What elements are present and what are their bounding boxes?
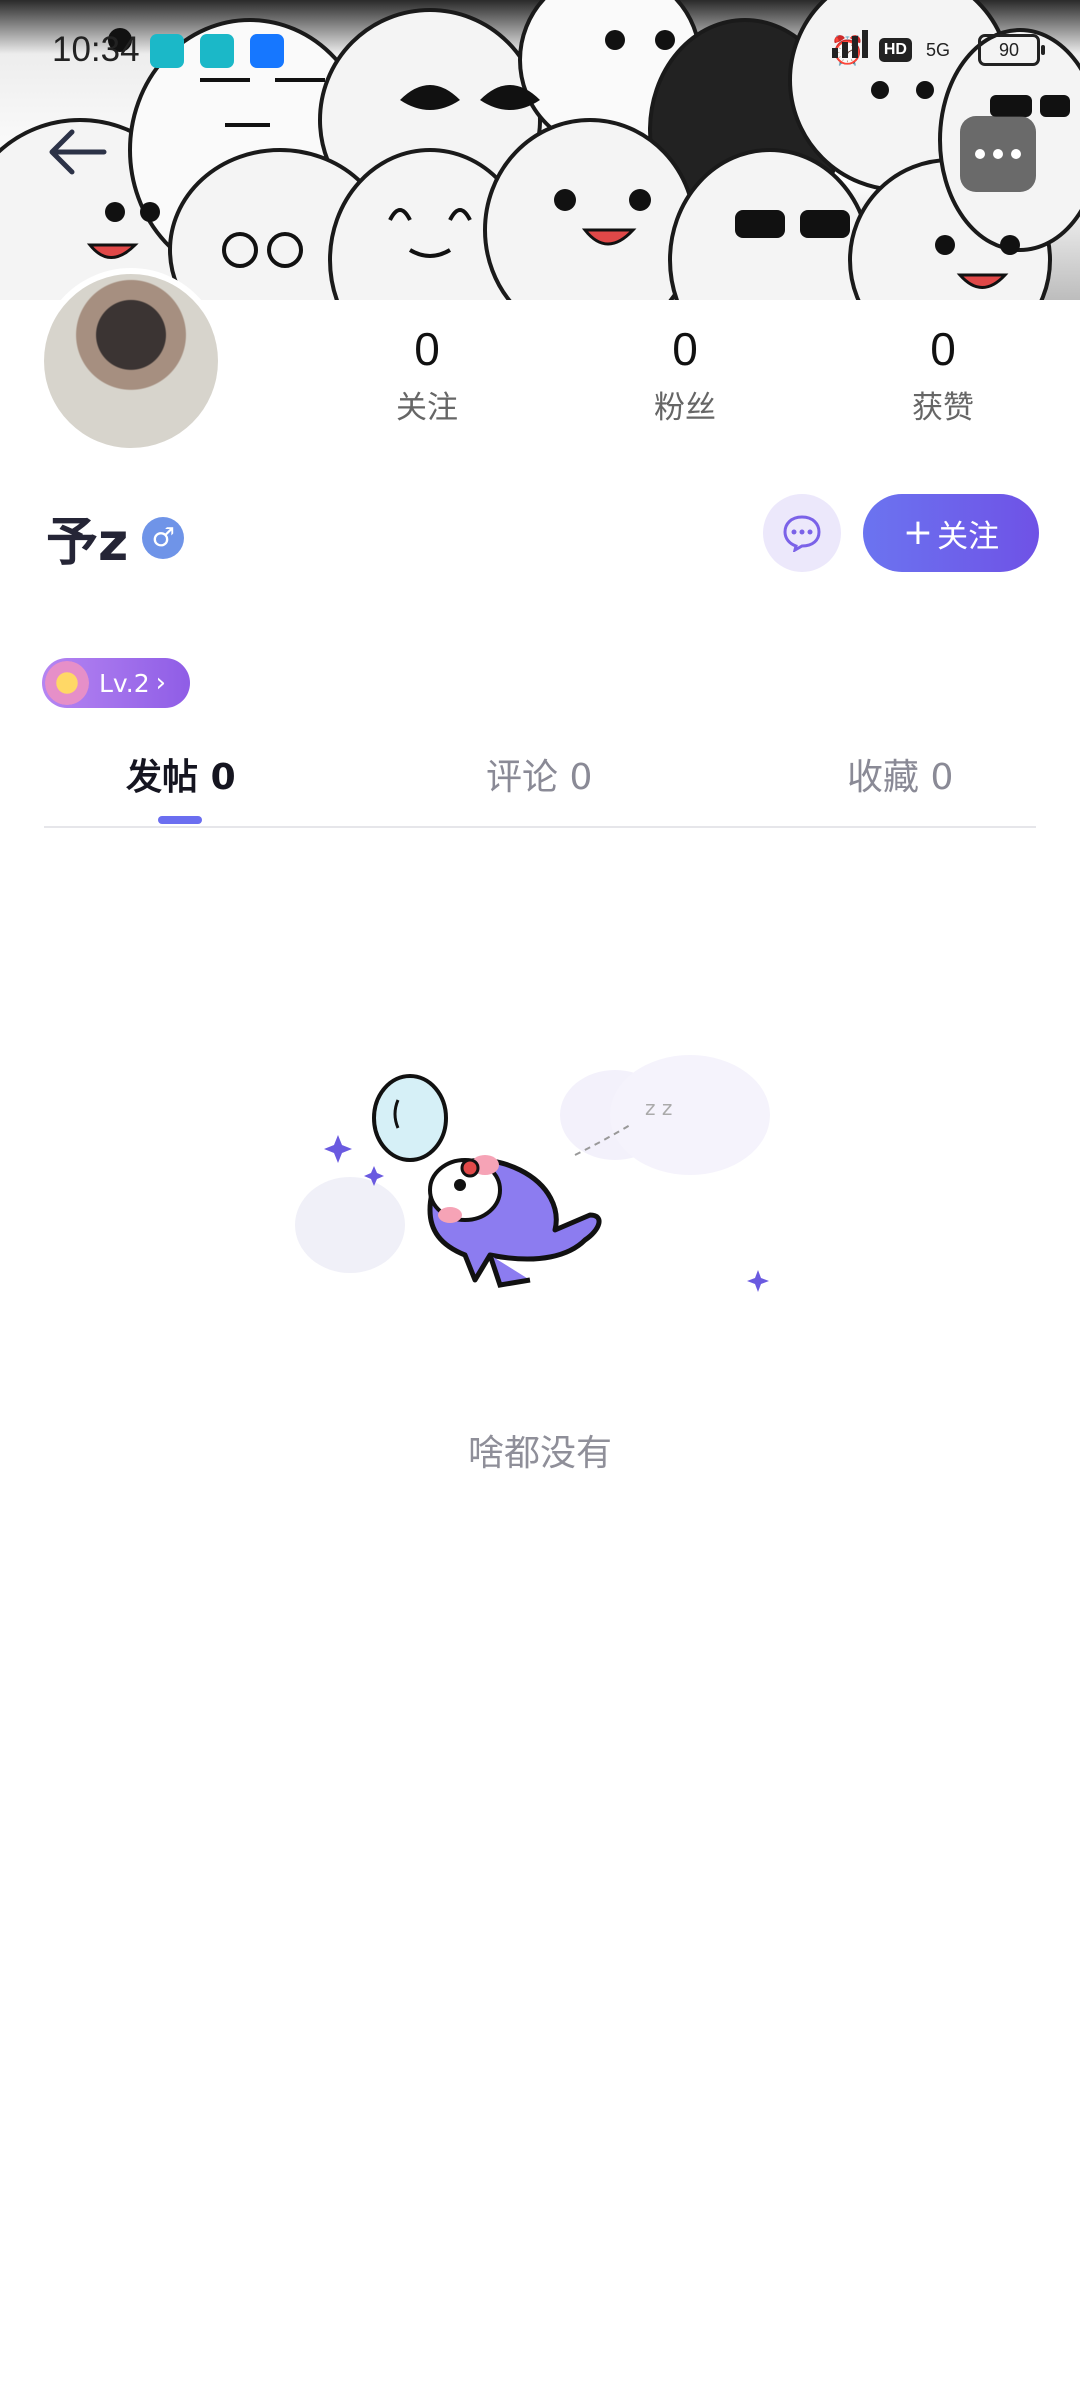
follow-button[interactable]: + 关注 — [863, 494, 1039, 572]
status-time: 10:34 — [52, 30, 140, 69]
empty-state-text: 啥都没有 — [467, 1433, 612, 1474]
tab-posts[interactable]: 发帖 0 — [126, 748, 236, 800]
message-app-icon — [150, 34, 184, 68]
network-type: 5G — [925, 39, 950, 60]
more-dots-icon — [975, 149, 985, 159]
profile-banner: 10:34 ⏰ HD 5G 90 — [0, 0, 1080, 300]
tab-favorites[interactable]: 收藏 0 — [847, 748, 953, 800]
stat-value: 0 — [414, 323, 440, 375]
level-badge[interactable]: Lv.2 › — [42, 658, 190, 708]
tab-count: 0 — [930, 757, 954, 798]
username-row: 予z ♂ — [46, 500, 185, 575]
male-gender-icon: ♂ — [142, 516, 185, 559]
stat-value: 0 — [930, 323, 956, 375]
level-text: Lv.2 — [99, 668, 150, 698]
back-button[interactable] — [44, 122, 116, 182]
alipay-icon — [250, 34, 284, 68]
avatar[interactable] — [38, 268, 224, 454]
stat-label: 粉丝 — [654, 390, 716, 426]
profile-tabs: 发帖 0 评论 0 收藏 0 — [44, 748, 1036, 828]
message-button[interactable] — [763, 494, 841, 572]
stat-followers[interactable]: 0 粉丝 — [585, 322, 785, 427]
chat-bubble-icon — [783, 515, 821, 552]
stat-following[interactable]: 0 关注 — [327, 322, 527, 427]
arrow-left-icon — [49, 129, 107, 175]
hd-badge: HD — [878, 38, 912, 62]
stat-label: 关注 — [396, 390, 458, 426]
message-app-icon — [200, 34, 234, 68]
level-medal-icon — [45, 661, 89, 705]
active-tab-indicator — [158, 816, 202, 824]
chevron-right-icon: › — [155, 668, 167, 698]
status-bar: 10:34 ⏰ HD 5G 90 — [0, 0, 1080, 100]
tab-comments[interactable]: 评论 0 — [486, 748, 592, 800]
tab-count: 0 — [569, 757, 593, 798]
empty-state-illustration: z z — [295, 1055, 770, 1292]
stat-likes[interactable]: 0 获赞 — [843, 322, 1043, 427]
tab-count: 0 — [210, 757, 236, 798]
battery-icon: 90 — [978, 34, 1045, 66]
follow-label: 关注 — [937, 518, 1000, 555]
tab-label: 发帖 — [126, 757, 199, 798]
tab-label: 收藏 — [847, 757, 920, 798]
stat-label: 获赞 — [912, 390, 974, 426]
avatar-image — [44, 274, 218, 448]
svg-text:z z: z z — [645, 1096, 672, 1120]
tab-label: 评论 — [486, 757, 559, 798]
stat-value: 0 — [672, 323, 698, 375]
username: 予z — [46, 513, 129, 573]
more-button[interactable] — [960, 116, 1036, 192]
plus-icon: + — [902, 512, 934, 553]
